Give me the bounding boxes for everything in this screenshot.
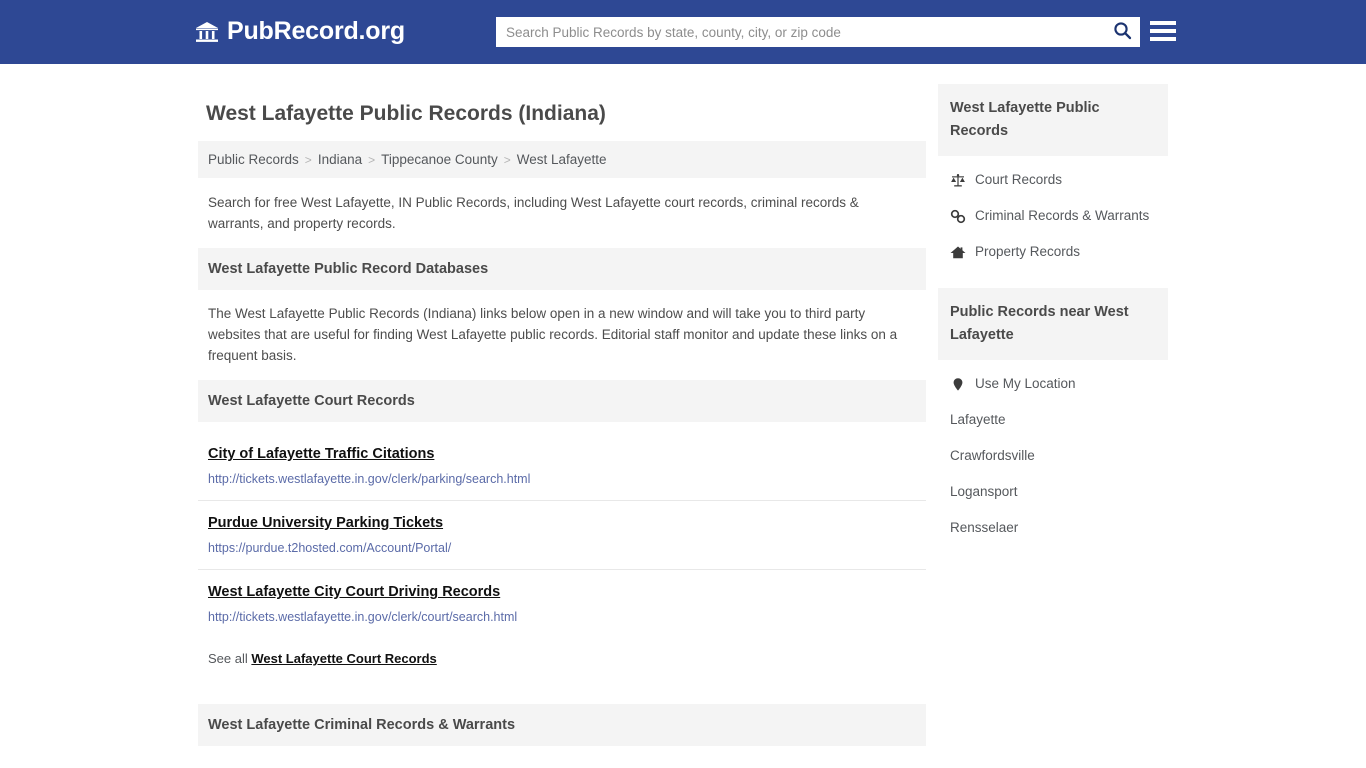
record-link-title[interactable]: City of Lafayette Traffic Citations	[208, 445, 434, 464]
balance-scale-icon	[950, 173, 966, 188]
sidebar-item-label: Rensselaer	[950, 520, 1019, 535]
see-all-court-records: See all West Lafayette Court Records	[198, 638, 926, 682]
sidebar-records-list: Court Records Criminal Records & Warrant…	[938, 156, 1168, 288]
sidebar-panel-nearby: Public Records near West Lafayette Use M…	[938, 288, 1168, 564]
court-records-link-list: City of Lafayette Traffic Citations http…	[198, 422, 926, 682]
sidebar-item-lafayette[interactable]: Lafayette	[938, 402, 1168, 438]
search-bar	[496, 17, 1140, 47]
sidebar-item-crawfordsville[interactable]: Crawfordsville	[938, 438, 1168, 474]
see-all-prefix: See all	[208, 651, 248, 666]
breadcrumb-separator: >	[304, 152, 312, 167]
handcuffs-icon	[950, 209, 966, 224]
record-link-title[interactable]: West Lafayette City Court Driving Record…	[208, 583, 500, 602]
map-pin-icon	[950, 377, 966, 392]
record-link-url[interactable]: http://tickets.westlafayette.in.gov/cler…	[208, 471, 916, 487]
breadcrumb-item-west-lafayette: West Lafayette	[516, 152, 607, 167]
home-icon	[950, 245, 966, 260]
page-title: West Lafayette Public Records (Indiana)	[206, 102, 606, 125]
section-heading-court-records: West Lafayette Court Records	[198, 380, 926, 422]
sidebar-item-logansport[interactable]: Logansport	[938, 474, 1168, 510]
sidebar-item-court-records[interactable]: Court Records	[938, 162, 1168, 198]
site-logo[interactable]: PubRecord.org	[194, 18, 405, 45]
search-button[interactable]	[1104, 17, 1140, 47]
site-header: PubRecord.org	[0, 0, 1366, 64]
record-link-url[interactable]: https://purdue.t2hosted.com/Account/Port…	[208, 540, 916, 556]
record-link-title[interactable]: Purdue University Parking Tickets	[208, 514, 443, 533]
search-icon	[1113, 21, 1132, 43]
hamburger-bar	[1150, 37, 1176, 41]
content-container: West Lafayette Public Records (Indiana) …	[198, 84, 1168, 768]
sidebar: West Lafayette Public Records Court Reco…	[938, 84, 1168, 768]
sidebar-item-label: Criminal Records & Warrants	[975, 208, 1150, 223]
sidebar-heading-nearby: Public Records near West Lafayette	[938, 288, 1168, 360]
sidebar-item-label: Use My Location	[975, 376, 1076, 391]
intro-text: Search for free West Lafayette, IN Publi…	[208, 195, 859, 231]
sidebar-item-criminal-records[interactable]: Criminal Records & Warrants	[938, 198, 1168, 234]
sidebar-heading-records: West Lafayette Public Records	[938, 84, 1168, 156]
hamburger-bar	[1150, 21, 1176, 25]
page-body: West Lafayette Public Records (Indiana) …	[0, 64, 1366, 768]
databases-description: The West Lafayette Public Records (India…	[208, 306, 898, 363]
sidebar-item-rensselaer[interactable]: Rensselaer	[938, 510, 1168, 546]
sidebar-nearby-list: Use My Location Lafayette Crawfordsville…	[938, 360, 1168, 564]
sidebar-item-label: Lafayette	[950, 412, 1006, 427]
sidebar-panel-records: West Lafayette Public Records Court Reco…	[938, 84, 1168, 288]
hamburger-menu-icon[interactable]	[1150, 18, 1176, 44]
breadcrumb-item-indiana[interactable]: Indiana	[318, 152, 362, 167]
breadcrumb-separator: >	[368, 152, 376, 167]
bank-icon	[194, 19, 220, 45]
criminal-records-link-list: City of Lafayette Traffic Citations http…	[198, 746, 926, 768]
list-item: West Lafayette City Court Driving Record…	[198, 570, 926, 638]
section-heading-criminal-records: West Lafayette Criminal Records & Warran…	[198, 704, 926, 746]
list-item: City of Lafayette Traffic Citations http…	[198, 430, 926, 501]
site-logo-text: PubRecord.org	[227, 17, 405, 45]
main-column: West Lafayette Public Records (Indiana) …	[198, 84, 926, 768]
breadcrumb-separator: >	[503, 152, 511, 167]
section-heading-databases: West Lafayette Public Record Databases	[198, 248, 926, 290]
sidebar-item-property-records[interactable]: Property Records	[938, 234, 1168, 270]
sidebar-item-label: Court Records	[975, 172, 1063, 187]
sidebar-item-use-my-location[interactable]: Use My Location	[938, 366, 1168, 402]
list-item: Purdue University Parking Tickets https:…	[198, 501, 926, 570]
breadcrumb-item-public-records[interactable]: Public Records	[208, 152, 299, 167]
breadcrumb: Public Records > Indiana > Tippecanoe Co…	[198, 141, 926, 178]
search-input[interactable]	[496, 18, 1104, 46]
breadcrumb-item-tippecanoe-county[interactable]: Tippecanoe County	[381, 152, 498, 167]
sidebar-item-label: Crawfordsville	[950, 448, 1035, 463]
see-all-link[interactable]: West Lafayette Court Records	[251, 651, 436, 666]
record-link-url[interactable]: http://tickets.westlafayette.in.gov/cler…	[208, 609, 916, 625]
list-item: City of Lafayette Traffic Citations http…	[198, 754, 926, 768]
hamburger-bar	[1150, 29, 1176, 33]
sidebar-item-label: Logansport	[950, 484, 1018, 499]
sidebar-item-label: Property Records	[975, 244, 1081, 259]
